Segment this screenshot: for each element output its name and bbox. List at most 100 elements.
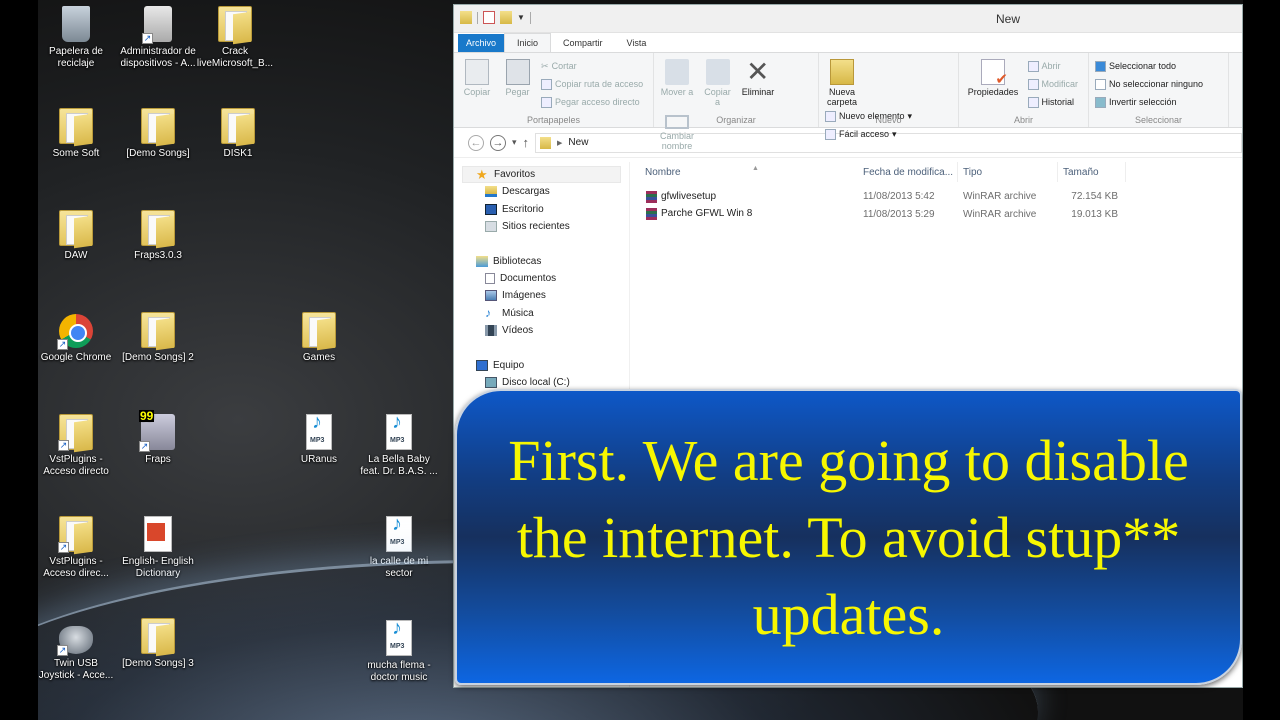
tab-compartir[interactable]: Compartir — [551, 34, 615, 52]
desktop-icon-dictionary[interactable]: English- English Dictionary — [117, 516, 199, 580]
column-header-nombre[interactable]: Nombre ▲ — [640, 162, 858, 182]
desktop-icon-fraps[interactable]: ↗ Fraps — [117, 410, 199, 466]
folder-icon — [141, 312, 175, 348]
shortcut-arrow-icon: ↗ — [57, 339, 68, 350]
tab-inicio[interactable]: Inicio — [504, 33, 552, 52]
libraries-icon — [476, 255, 488, 267]
move-to-button[interactable]: Mover a — [660, 57, 694, 97]
shortcut-arrow-icon: ↗ — [58, 440, 69, 451]
cut-button[interactable]: ✂ Cortar — [541, 57, 643, 75]
properties-button[interactable]: Propiedades — [965, 57, 1021, 97]
select-none-button[interactable]: No seleccionar ninguno — [1095, 75, 1203, 93]
copy-button[interactable]: Copiar — [460, 57, 494, 97]
shortcut-arrow-icon: ↗ — [57, 645, 68, 656]
title-bar: ▼ New — [454, 5, 1242, 33]
column-headers: Nombre ▲ Fecha de modifica... Tipo Tamaño — [632, 162, 1242, 182]
forward-button[interactable]: → — [490, 134, 506, 151]
copy-to-button[interactable]: Copiar a — [701, 57, 735, 107]
nav-escritorio[interactable]: Escritorio — [454, 201, 629, 219]
copy-to-icon — [705, 59, 730, 85]
nav-musica[interactable]: ♪ Música — [454, 305, 629, 323]
easy-access-button[interactable]: Fácil acceso ▾ — [825, 125, 912, 143]
music-note-icon: ♪ — [485, 305, 491, 320]
nav-equipo[interactable]: Equipo — [454, 357, 629, 374]
file-date: 11/08/2013 5:42 — [863, 191, 935, 202]
folder-icon — [540, 136, 552, 149]
easy-access-icon — [825, 128, 836, 140]
breadcrumb-new[interactable]: New — [568, 137, 588, 148]
recent-locations-dropdown[interactable]: ▾ — [512, 137, 517, 148]
desktop-icon-demo-songs[interactable]: [Demo Songs] — [117, 108, 199, 160]
desktop-icon-crack-folder[interactable]: Crack liveMicrosoft_B... — [194, 6, 276, 70]
tab-vista[interactable]: Vista — [615, 34, 659, 52]
paste-shortcut-icon — [541, 96, 553, 108]
up-button[interactable]: ↑ — [523, 135, 530, 150]
invert-selection-button[interactable]: Invertir selección — [1095, 93, 1203, 111]
fraps-icon: ↗ — [139, 410, 175, 452]
caption-text: First. We are going to disable the inter… — [508, 427, 1189, 647]
desktop-icon-vstplugins-2[interactable]: ↗ VstPlugins - Acceso direc... — [38, 516, 117, 580]
history-icon — [1027, 96, 1039, 108]
desktop-icon-joystick[interactable]: ↗ Twin USB Joystick - Acce... — [38, 618, 117, 682]
desktop-icon-vstplugins[interactable]: ↗ VstPlugins - Acceso directo — [38, 414, 117, 478]
new-folder-button[interactable]: Nueva carpeta — [825, 57, 859, 107]
copy-icon — [465, 59, 489, 85]
tutorial-caption-overlay: First. We are going to disable the inter… — [455, 389, 1242, 685]
copy-path-button[interactable]: Copiar ruta de acceso — [541, 75, 643, 93]
recent-places-icon — [485, 221, 497, 233]
group-abrir: Propiedades Abrir Modificar Historial Ab… — [959, 53, 1089, 127]
select-all-button[interactable]: Seleccionar todo — [1095, 57, 1203, 75]
ribbon: Copiar Pegar ✂ Cortar Copiar ruta de acce… — [454, 52, 1242, 151]
file-row[interactable]: Parche GFWL Win 8 11/08/2013 5:29 WinRAR… — [632, 206, 1242, 224]
nav-sitios-recientes[interactable]: Sitios recientes — [454, 218, 629, 236]
window-title: New — [995, 12, 1020, 26]
dictionary-icon — [144, 516, 172, 552]
desktop-icon-device-manager[interactable]: ↗ Administrador de dispositivos - A... — [117, 6, 199, 70]
desktop-icon-uranus[interactable]: URanus — [278, 414, 360, 466]
file-row[interactable]: gfwlivesetup 11/08/2013 5:42 WinRAR arch… — [632, 188, 1242, 206]
open-small-buttons: Abrir Modificar Historial — [1027, 57, 1079, 111]
desktop-icon-daw[interactable]: DAW — [38, 210, 117, 262]
paste-icon — [505, 59, 530, 85]
desktop-icon-demo-songs-2[interactable]: [Demo Songs] 2 — [117, 312, 199, 364]
column-header-tipo[interactable]: Tipo — [958, 162, 1058, 182]
nav-favoritos[interactable]: ★ Favoritos — [462, 166, 621, 183]
column-header-tamano[interactable]: Tamaño — [1058, 162, 1126, 182]
open-button[interactable]: Abrir — [1027, 57, 1079, 75]
sort-arrow-icon: ▲ — [752, 165, 759, 172]
desktop-icon-disk1[interactable]: DISK1 — [197, 108, 279, 160]
paste-shortcut-button[interactable]: Pegar acceso directo — [541, 93, 643, 111]
desktop-icon-chrome[interactable]: ↗ Google Chrome — [38, 314, 117, 364]
select-all-icon — [1095, 60, 1106, 72]
desktop-icon-games[interactable]: Games — [278, 312, 360, 364]
desktop-icon-la-calle[interactable]: la calle de mi sector — [358, 516, 440, 580]
paste-button[interactable]: Pegar — [501, 57, 535, 97]
folder-icon — [59, 210, 93, 246]
group-organizar: Mover a Copiar a Eliminar Cambiar nombre… — [654, 53, 819, 151]
delete-button[interactable]: Eliminar — [741, 55, 775, 97]
nav-videos[interactable]: Vídeos — [454, 322, 629, 340]
history-button[interactable]: Historial — [1027, 93, 1079, 111]
nav-descargas[interactable]: Descargas — [454, 183, 629, 201]
edit-icon — [1027, 78, 1039, 90]
desktop-icon-demo-songs-3[interactable]: [Demo Songs] 3 — [117, 618, 199, 670]
desktop-icon-fraps-folder[interactable]: Fraps3.0.3 — [117, 210, 199, 262]
file-rows: gfwlivesetup 11/08/2013 5:42 WinRAR arch… — [632, 182, 1242, 223]
desktop-icon-mucha-flema[interactable]: mucha flema - doctor music — [358, 620, 440, 684]
group-label: Abrir — [1013, 115, 1033, 125]
tab-archivo[interactable]: Archivo — [458, 34, 505, 52]
desktop-icon-some-soft[interactable]: Some Soft — [38, 108, 117, 160]
back-button[interactable]: ← — [468, 134, 484, 151]
winrar-archive-icon — [646, 208, 657, 221]
rename-button[interactable]: Cambiar nombre — [660, 107, 694, 151]
edit-button[interactable]: Modificar — [1027, 75, 1078, 93]
desktop-icon-la-bella-baby[interactable]: La Bella Baby feat. Dr. B.A.S. ... — [358, 414, 440, 478]
column-header-fecha[interactable]: Fecha de modifica... — [858, 162, 958, 182]
folder-icon — [221, 108, 255, 144]
nav-documentos[interactable]: Documentos — [454, 270, 629, 288]
group-label: Nuevo — [875, 115, 902, 125]
nav-imagenes[interactable]: Imágenes — [454, 287, 629, 305]
nav-bibliotecas[interactable]: Bibliotecas — [454, 253, 629, 270]
desktop-icon-recycle-bin[interactable]: Papelera de reciclaje — [38, 6, 117, 70]
file-type: WinRAR archive — [963, 208, 1037, 220]
